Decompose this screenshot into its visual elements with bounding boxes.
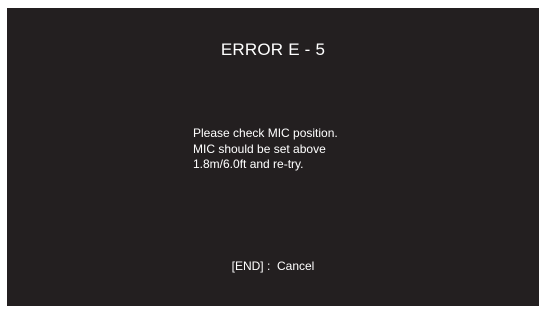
error-message-line-1: Please check MIC position. — [193, 126, 338, 140]
error-message: Please check MIC position. MIC should be… — [193, 126, 338, 173]
error-title: ERROR E - 5 — [220, 40, 326, 59]
error-screen: ERROR E - 5 Please check MIC position. M… — [7, 8, 539, 306]
cancel-hint[interactable]: [END] : Cancel — [7, 259, 539, 274]
error-message-line-3: 1.8m/6.0ft and re-try. — [193, 157, 304, 171]
error-message-line-2: MIC should be set above — [193, 141, 326, 156]
